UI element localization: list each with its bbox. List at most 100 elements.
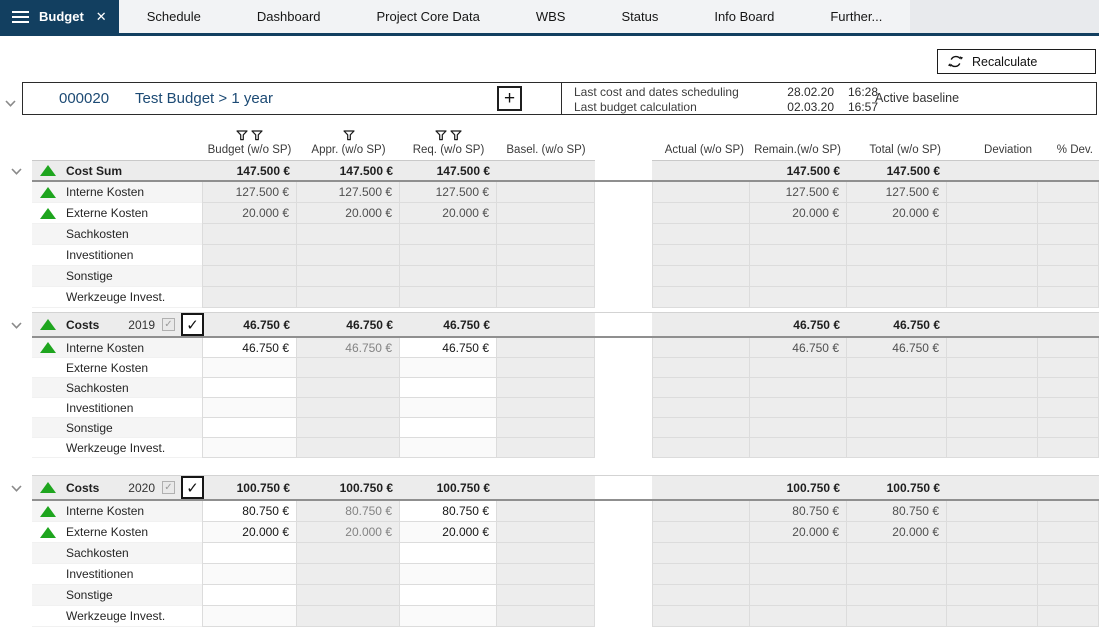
tab-further[interactable]: Further... (802, 0, 910, 33)
tab-project-core-data[interactable]: Project Core Data (349, 0, 508, 33)
cell-budget[interactable] (202, 438, 297, 458)
cell-deviation (947, 438, 1038, 458)
column-header-appr[interactable]: Appr. (w/o SP) (297, 120, 400, 161)
column-header-total[interactable]: Total (w/o SP) (847, 120, 947, 161)
column-gap-cell (595, 398, 652, 418)
project-box: 000020 Test Budget > 1 year + Last cost … (22, 82, 1097, 115)
tab-budget[interactable]: Budget ✕ (0, 0, 119, 33)
cell-actual (652, 287, 750, 308)
column-header-remain[interactable]: Remain.(w/o SP) (750, 120, 847, 161)
trend-placeholder (40, 362, 56, 373)
column-header-req[interactable]: Req. (w/o SP) (400, 120, 497, 161)
cell-budget (202, 287, 297, 308)
cell-budget[interactable] (202, 378, 297, 398)
column-header-label: Appr. (w/o SP) (311, 144, 385, 156)
row-label-cell: Werkzeuge Invest. (32, 287, 202, 308)
cell-actual (652, 418, 750, 438)
cell-actual (652, 266, 750, 287)
cell-budget[interactable] (202, 606, 297, 627)
cell-req[interactable] (400, 606, 497, 627)
cell-budget[interactable]: 46.750 € (202, 338, 297, 358)
cell-budget[interactable] (202, 564, 297, 585)
column-gap-cell (595, 312, 652, 338)
column-gap-cell (595, 203, 652, 224)
table-row: Sachkosten (0, 378, 1099, 398)
cell-req[interactable] (400, 398, 497, 418)
cell-req[interactable] (400, 358, 497, 378)
group-collapse-chevron[interactable] (0, 161, 32, 182)
cell-req[interactable] (400, 564, 497, 585)
row-indent (0, 224, 32, 245)
cell-req[interactable] (400, 418, 497, 438)
column-gap-cell (595, 585, 652, 606)
cell-req (400, 224, 497, 245)
tab-status[interactable]: Status (593, 0, 686, 33)
group-label-cell: Costs2019 (32, 312, 202, 338)
approval-checkbox[interactable] (181, 313, 204, 336)
info-date: 02.03.20 (774, 100, 834, 115)
cell-req[interactable] (400, 378, 497, 398)
group-cell-req: 147.500 € (400, 161, 497, 182)
table-row: Interne Kosten80.750 €80.750 €80.750 €80… (0, 501, 1099, 522)
cell-req[interactable]: 20.000 € (400, 522, 497, 543)
cell-req[interactable] (400, 543, 497, 564)
cell-budget[interactable]: 20.000 € (202, 522, 297, 543)
row-label-cell: Interne Kosten (32, 338, 202, 358)
cell-basel (497, 287, 595, 308)
tab-wbs[interactable]: WBS (508, 0, 594, 33)
cell-req[interactable] (400, 585, 497, 606)
cell-budget[interactable] (202, 358, 297, 378)
tab-dashboard[interactable]: Dashboard (229, 0, 349, 33)
menu-icon[interactable] (12, 11, 29, 23)
row-label-cell: Sachkosten (32, 378, 202, 398)
column-header-basel[interactable]: Basel. (w/o SP) (497, 120, 595, 161)
cell-appr: 20.000 € (297, 522, 400, 543)
tab-schedule[interactable]: Schedule (119, 0, 229, 33)
cell-remain: 20.000 € (750, 522, 847, 543)
group-cell-appr: 100.750 € (297, 475, 400, 501)
filter-icons (343, 130, 355, 141)
cell-budget[interactable] (202, 585, 297, 606)
cell-req[interactable]: 80.750 € (400, 501, 497, 522)
cell-budget[interactable] (202, 543, 297, 564)
column-header-actual[interactable]: Actual (w/o SP) (652, 120, 750, 161)
column-header-budget[interactable]: Budget (w/o SP) (202, 120, 297, 161)
column-gap-cell (595, 182, 652, 203)
cell-budget[interactable] (202, 418, 297, 438)
close-tab-icon[interactable]: ✕ (96, 9, 107, 25)
table-row: Interne Kosten127.500 €127.500 €127.500 … (0, 182, 1099, 203)
column-header-pdev[interactable]: % Dev. (1038, 120, 1099, 161)
cell-basel (497, 543, 595, 564)
cell-req[interactable]: 46.750 € (400, 338, 497, 358)
recalculate-label: Recalculate (972, 55, 1037, 69)
row-indent (0, 378, 32, 398)
row-label-cell: Sachkosten (32, 543, 202, 564)
cell-req[interactable] (400, 438, 497, 458)
group-collapse-chevron[interactable] (0, 475, 32, 501)
cell-budget: 127.500 € (202, 182, 297, 203)
row-indent (0, 585, 32, 606)
row-label: Externe Kosten (66, 361, 148, 375)
row-label: Investitionen (66, 401, 133, 415)
column-header-structure (32, 120, 202, 161)
filter-funnel-icon (435, 130, 447, 141)
tab-info-board[interactable]: Info Board (686, 0, 802, 33)
group-collapse-chevron[interactable] (0, 312, 32, 338)
cell-basel (497, 438, 595, 458)
column-gap-cell (595, 224, 652, 245)
column-header-deviation[interactable]: Deviation (947, 120, 1038, 161)
column-gap-cell (595, 418, 652, 438)
cell-budget[interactable]: 80.750 € (202, 501, 297, 522)
cell-actual (652, 203, 750, 224)
column-header-indent (0, 120, 32, 161)
cell-remain (750, 358, 847, 378)
project-collapse-chevron-icon[interactable] (5, 94, 16, 112)
cell-budget[interactable] (202, 398, 297, 418)
cell-deviation (947, 224, 1038, 245)
row-indent (0, 398, 32, 418)
add-button[interactable]: + (497, 86, 522, 111)
trend-up-icon (40, 165, 56, 176)
recalculate-button[interactable]: Recalculate (937, 49, 1096, 74)
group-cell-budget: 46.750 € (202, 312, 297, 338)
approval-checkbox[interactable] (181, 476, 204, 499)
